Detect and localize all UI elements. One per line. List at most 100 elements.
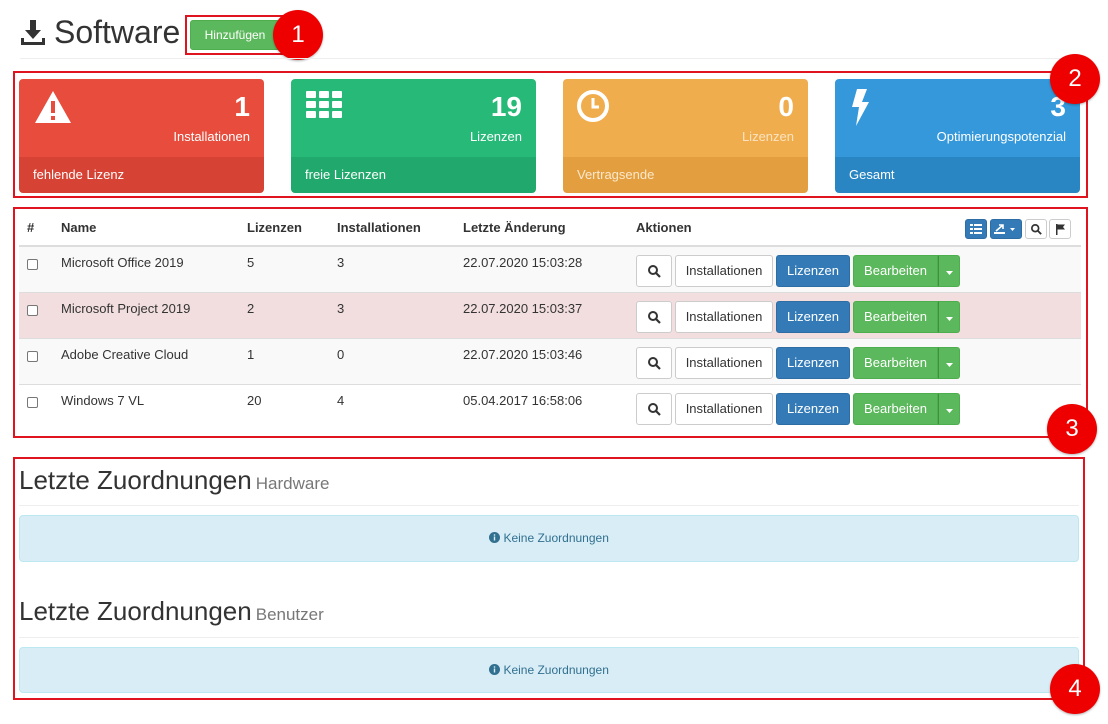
table-row: Windows 7 VL 20 4 05.04.2017 16:58:06 In… bbox=[19, 384, 1081, 430]
hardware-empty-alert: Keine Zuordnungen bbox=[19, 515, 1079, 562]
info-icon bbox=[489, 664, 500, 675]
tile-top: 19 Lizenzen bbox=[291, 79, 536, 157]
col-last-change[interactable]: Letzte Änderung bbox=[455, 210, 628, 246]
tile-optimization[interactable]: 3 Optimierungspotenzial Gesamt bbox=[835, 79, 1080, 193]
section-heading: Letzte Zuordnungen bbox=[19, 596, 252, 626]
cell-last-change: 22.07.2020 15:03:28 bbox=[455, 246, 628, 292]
edit-button[interactable]: Bearbeiten bbox=[853, 393, 938, 425]
caret-down-icon bbox=[946, 409, 953, 413]
download-icon bbox=[20, 18, 46, 46]
edit-split-button: Bearbeiten bbox=[853, 347, 960, 379]
edit-dropdown-toggle[interactable] bbox=[938, 255, 960, 287]
tile-footer: Gesamt bbox=[835, 157, 1080, 193]
export-dropdown-button[interactable] bbox=[990, 219, 1022, 239]
cell-installations: 0 bbox=[329, 338, 455, 384]
licenses-button[interactable]: Lizenzen bbox=[776, 301, 850, 333]
search-button[interactable] bbox=[636, 393, 672, 425]
tile-missing-license[interactable]: 1 Installationen fehlende Lizenz bbox=[19, 79, 264, 193]
tile-count: 1 bbox=[234, 91, 250, 123]
info-icon bbox=[489, 532, 500, 543]
table-row: Microsoft Office 2019 5 3 22.07.2020 15:… bbox=[19, 246, 1081, 292]
row-checkbox[interactable] bbox=[27, 397, 38, 408]
tile-count: 19 bbox=[491, 91, 522, 123]
cell-name: Adobe Creative Cloud bbox=[53, 338, 239, 384]
cell-licenses: 1 bbox=[239, 338, 329, 384]
table-row: Microsoft Project 2019 2 3 22.07.2020 15… bbox=[19, 292, 1081, 338]
col-licenses[interactable]: Lizenzen bbox=[239, 210, 329, 246]
cell-last-change: 22.07.2020 15:03:46 bbox=[455, 338, 628, 384]
add-software-button[interactable]: Hinzufügen bbox=[190, 20, 280, 50]
row-checkbox[interactable] bbox=[27, 259, 38, 270]
section-divider bbox=[19, 637, 1079, 638]
callout-4: 4 bbox=[1050, 664, 1100, 714]
user-empty-alert: Keine Zuordnungen bbox=[19, 647, 1079, 693]
caret-down-icon bbox=[946, 363, 953, 367]
edit-button[interactable]: Bearbeiten bbox=[853, 255, 938, 287]
cell-installations: 4 bbox=[329, 384, 455, 430]
user-assignments-title: Letzte ZuordnungenBenutzer bbox=[19, 596, 324, 627]
col-name[interactable]: Name bbox=[53, 210, 239, 246]
edit-dropdown-toggle[interactable] bbox=[938, 347, 960, 379]
callout-1: 1 bbox=[273, 10, 323, 60]
licenses-button[interactable]: Lizenzen bbox=[776, 393, 850, 425]
cell-name: Windows 7 VL bbox=[53, 384, 239, 430]
row-checkbox[interactable] bbox=[27, 305, 38, 316]
empty-message: Keine Zuordnungen bbox=[503, 663, 608, 677]
edit-button[interactable]: Bearbeiten bbox=[853, 301, 938, 333]
edit-dropdown-toggle[interactable] bbox=[938, 393, 960, 425]
tile-free-licenses[interactable]: 19 Lizenzen freie Lizenzen bbox=[291, 79, 536, 193]
cell-installations: 3 bbox=[329, 292, 455, 338]
warning-icon bbox=[33, 89, 73, 127]
tile-count: 0 bbox=[778, 91, 794, 123]
edit-split-button: Bearbeiten bbox=[853, 301, 960, 333]
cell-name: Microsoft Project 2019 bbox=[53, 292, 239, 338]
section-subheading: Benutzer bbox=[256, 605, 324, 624]
list-icon bbox=[970, 224, 982, 234]
cell-licenses: 20 bbox=[239, 384, 329, 430]
section-subheading: Hardware bbox=[256, 474, 330, 493]
grid-icon bbox=[305, 89, 345, 127]
table-search-button[interactable] bbox=[1025, 219, 1047, 239]
tile-caption: Lizenzen bbox=[470, 129, 522, 144]
search-button[interactable] bbox=[636, 347, 672, 379]
edit-split-button: Bearbeiten bbox=[853, 255, 960, 287]
tile-contract-end[interactable]: 0 Lizenzen Vertragsende bbox=[563, 79, 808, 193]
edit-split-button: Bearbeiten bbox=[853, 393, 960, 425]
section-heading: Letzte Zuordnungen bbox=[19, 465, 252, 495]
edit-dropdown-toggle[interactable] bbox=[938, 301, 960, 333]
hardware-assignments-title: Letzte ZuordnungenHardware bbox=[19, 465, 329, 496]
search-icon bbox=[648, 311, 661, 324]
installations-button[interactable]: Installationen bbox=[675, 301, 773, 333]
flag-icon bbox=[1056, 224, 1066, 235]
tile-caption: Optimierungspotenzial bbox=[937, 129, 1066, 144]
export-icon bbox=[994, 223, 1018, 235]
licenses-button[interactable]: Lizenzen bbox=[776, 255, 850, 287]
bolt-icon bbox=[849, 89, 889, 127]
cell-name: Microsoft Office 2019 bbox=[53, 246, 239, 292]
installations-button[interactable]: Installationen bbox=[675, 255, 773, 287]
cell-licenses: 5 bbox=[239, 246, 329, 292]
col-installations[interactable]: Installationen bbox=[329, 210, 455, 246]
flag-filter-button[interactable] bbox=[1049, 219, 1071, 239]
search-button[interactable] bbox=[636, 255, 672, 287]
cell-installations: 3 bbox=[329, 246, 455, 292]
installations-button[interactable]: Installationen bbox=[675, 393, 773, 425]
edit-button[interactable]: Bearbeiten bbox=[853, 347, 938, 379]
search-icon bbox=[648, 265, 661, 278]
caret-down-icon bbox=[946, 317, 953, 321]
tile-caption: Lizenzen bbox=[742, 129, 794, 144]
list-view-button[interactable] bbox=[965, 219, 987, 239]
tile-top: 0 Lizenzen bbox=[563, 79, 808, 157]
row-checkbox[interactable] bbox=[27, 351, 38, 362]
clock-icon bbox=[577, 89, 617, 127]
caret-down-icon bbox=[946, 271, 953, 275]
licenses-button[interactable]: Lizenzen bbox=[776, 347, 850, 379]
search-icon bbox=[1031, 224, 1042, 235]
table-row: Adobe Creative Cloud 1 0 22.07.2020 15:0… bbox=[19, 338, 1081, 384]
search-button[interactable] bbox=[636, 301, 672, 333]
tile-footer: freie Lizenzen bbox=[291, 157, 536, 193]
cell-last-change: 22.07.2020 15:03:37 bbox=[455, 292, 628, 338]
installations-button[interactable]: Installationen bbox=[675, 347, 773, 379]
tile-footer: Vertragsende bbox=[563, 157, 808, 193]
page-title: Software bbox=[54, 12, 180, 52]
